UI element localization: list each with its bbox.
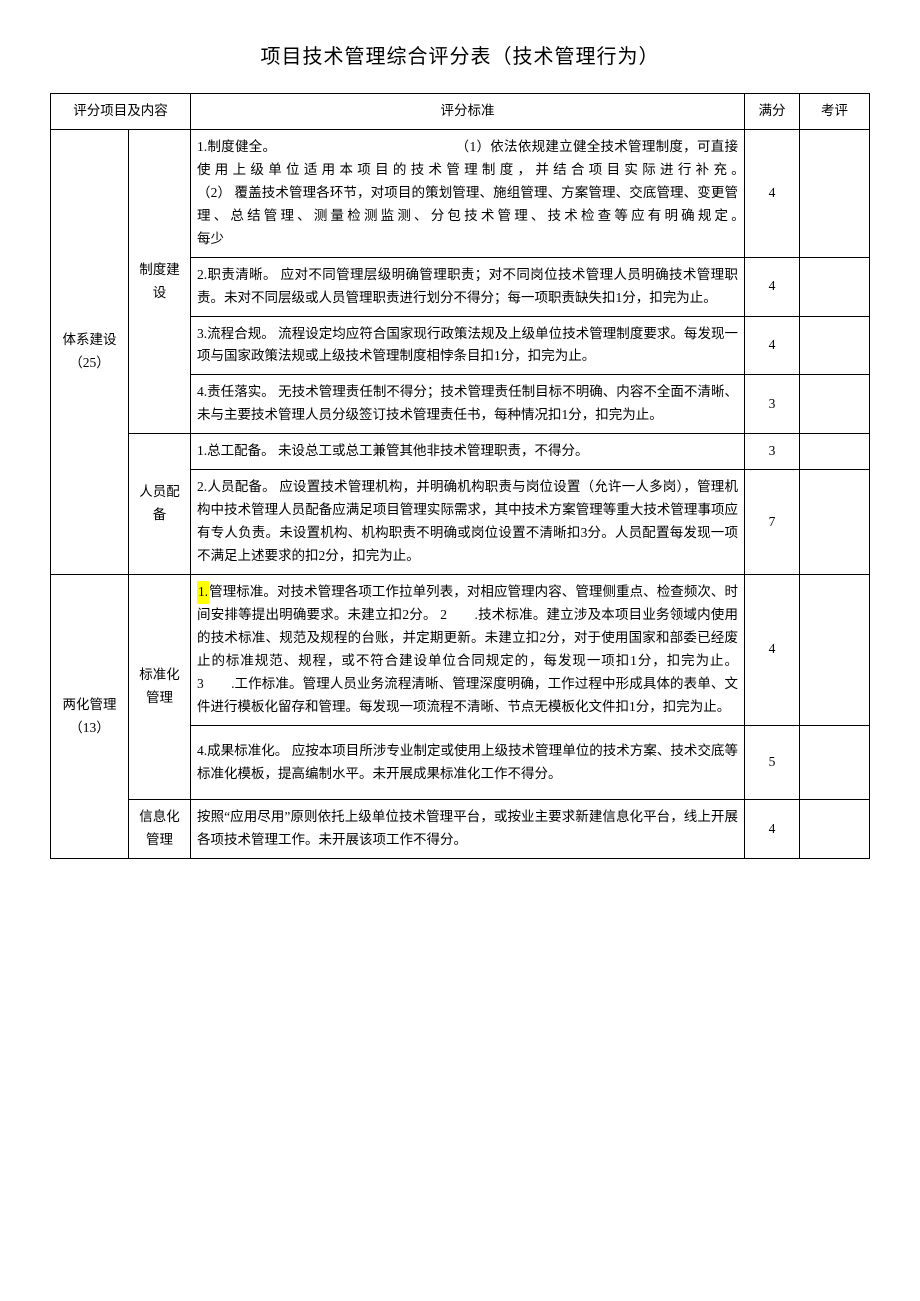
eval-cell: [800, 375, 870, 434]
criteria-cell: 4.成果标准化。 应按本项目所涉专业制定或使用上级技术管理单位的技术方案、技术交…: [191, 725, 745, 800]
table-row: 信息化管理 按照“应用尽用”原则依托上级单位技术管理平台，或按业主要求新建信息化…: [51, 800, 870, 859]
eval-cell: [800, 129, 870, 257]
score-cell: 3: [745, 434, 800, 470]
eval-cell: [800, 316, 870, 375]
score-cell: 4: [745, 129, 800, 257]
table-row: 体系建设（25） 制度建设 1.制度健全。 （1）依法依规建立健全技术管理制度，…: [51, 129, 870, 257]
subgroup-cell: 标准化管理: [129, 574, 191, 800]
criteria-cell: 3.流程合规。 流程设定均应符合国家现行政策法规及上级单位技术管理制度要求。每发…: [191, 316, 745, 375]
subgroup-cell: 信息化管理: [129, 800, 191, 859]
eval-cell: [800, 257, 870, 316]
table-row: 人员配备 1.总工配备。 未设总工或总工兼管其他非技术管理职责，不得分。 3: [51, 434, 870, 470]
criteria-cell: 1.管理标准。对技术管理各项工作拉单列表，对相应管理内容、管理侧重点、检查频次、…: [191, 574, 745, 725]
criteria-text: 管理标准。对技术管理各项工作拉单列表，对相应管理内容、管理侧重点、检查频次、时间…: [197, 584, 738, 714]
header-eval: 考评: [800, 94, 870, 130]
header-full: 满分: [745, 94, 800, 130]
criteria-cell: 2.人员配备。 应设置技术管理机构，并明确机构职责与岗位设置（允许一人多岗），管…: [191, 470, 745, 575]
criteria-cell: 1.制度健全。 （1）依法依规建立健全技术管理制度，可直接使用上级单位适用本项目…: [191, 129, 745, 257]
criteria-cell: 2.职责清晰。 应对不同管理层级明确管理职责；对不同岗位技术管理人员明确技术管理…: [191, 257, 745, 316]
category-cell: 体系建设（25）: [51, 129, 129, 574]
score-cell: 3: [745, 375, 800, 434]
score-table: 评分项目及内容 评分标准 满分 考评 体系建设（25） 制度建设 1.制度健全。…: [50, 93, 870, 859]
criteria-cell: 4.责任落实。 无技术管理责任制不得分；技术管理责任制目标不明确、内容不全面不清…: [191, 375, 745, 434]
eval-cell: [800, 800, 870, 859]
header-criteria: 评分标准: [191, 94, 745, 130]
table-row: 两化管理（13） 标准化管理 1.管理标准。对技术管理各项工作拉单列表，对相应管…: [51, 574, 870, 725]
score-cell: 4: [745, 800, 800, 859]
score-cell: 4: [745, 316, 800, 375]
eval-cell: [800, 470, 870, 575]
criteria-cell: 按照“应用尽用”原则依托上级单位技术管理平台，或按业主要求新建信息化平台，线上开…: [191, 800, 745, 859]
category-cell: 两化管理（13）: [51, 574, 129, 858]
score-cell: 4: [745, 257, 800, 316]
header-item: 评分项目及内容: [51, 94, 191, 130]
eval-cell: [800, 725, 870, 800]
subgroup-cell: 人员配备: [129, 434, 191, 575]
table-header-row: 评分项目及内容 评分标准 满分 考评: [51, 94, 870, 130]
subgroup-cell: 制度建设: [129, 129, 191, 433]
eval-cell: [800, 574, 870, 725]
eval-cell: [800, 434, 870, 470]
criteria-cell: 1.总工配备。 未设总工或总工兼管其他非技术管理职责，不得分。: [191, 434, 745, 470]
score-cell: 4: [745, 574, 800, 725]
page-title: 项目技术管理综合评分表（技术管理行为）: [50, 40, 870, 69]
score-cell: 7: [745, 470, 800, 575]
score-cell: 5: [745, 725, 800, 800]
highlight-text: 1.: [197, 581, 209, 604]
